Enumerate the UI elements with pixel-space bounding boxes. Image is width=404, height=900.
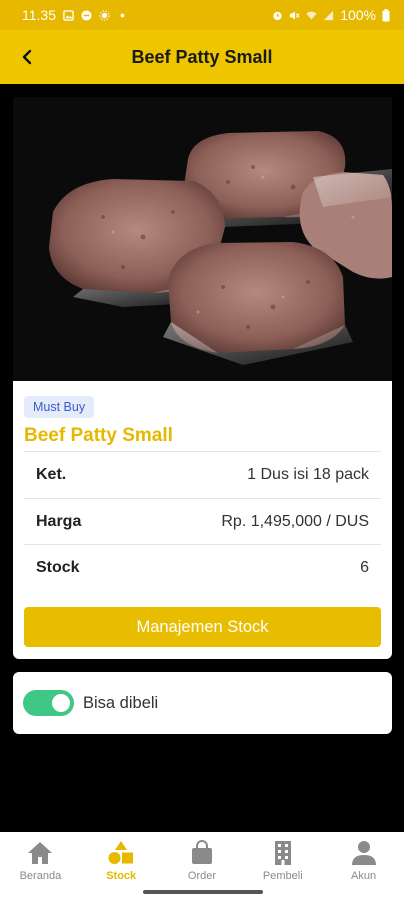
detail-row-harga: Harga Rp. 1,495,000 / DUS <box>24 498 381 544</box>
person-icon <box>350 839 378 867</box>
availability-label: Bisa dibeli <box>83 693 159 712</box>
wifi-icon <box>306 11 317 20</box>
page-title: Beef Patty Small <box>131 46 273 67</box>
detail-value: 1 Dus isi 18 pack <box>247 465 369 483</box>
arrow-left-icon <box>22 49 32 65</box>
availability-card: Bisa dibeli <box>13 672 392 734</box>
shapes-icon <box>107 839 135 867</box>
image-notification-icon <box>63 9 74 21</box>
nav-label: Pembeli <box>262 870 303 882</box>
must-buy-badge: Must Buy <box>24 396 95 418</box>
nav-label: Stock <box>106 870 137 882</box>
manage-stock-button[interactable]: Manajemen Stock <box>24 607 381 647</box>
availability-toggle[interactable] <box>23 690 74 716</box>
alarm-icon <box>273 11 282 20</box>
back-button[interactable] <box>12 42 42 72</box>
dot-notification-icon <box>120 13 125 17</box>
product-info-card: Must Buy Beef Patty Small Ket. 1 Dus isi… <box>13 381 392 659</box>
beef-patty-photo <box>13 97 392 381</box>
toggle-knob <box>52 694 70 712</box>
bag-icon <box>188 839 216 867</box>
signal-icon <box>324 10 334 20</box>
status-time: 11.35 <box>22 7 56 23</box>
battery-icon <box>382 8 390 21</box>
nav-label: Beranda <box>19 870 62 882</box>
nav-label: Order <box>187 870 217 882</box>
app-bar: Beef Patty Small <box>0 30 404 84</box>
battery-percent: 100% <box>340 7 376 23</box>
detail-row-ket: Ket. 1 Dus isi 18 pack <box>24 451 381 497</box>
home-icon <box>26 839 54 867</box>
product-name: Beef Patty Small <box>24 425 173 446</box>
detail-value: Rp. 1,495,000 / DUS <box>221 512 369 530</box>
nav-item-akun[interactable]: Akun <box>323 832 404 900</box>
sync-notification-icon <box>99 9 110 21</box>
status-right: 100% <box>272 7 390 23</box>
detail-label: Ket. <box>36 465 67 483</box>
status-left: 11.35 <box>22 7 128 23</box>
nav-label: Akun <box>351 870 377 882</box>
mute-icon <box>290 10 300 20</box>
building-icon <box>269 839 297 867</box>
home-indicator[interactable] <box>143 890 263 894</box>
product-image <box>13 97 392 381</box>
status-bar: 11.35 100% <box>0 0 404 30</box>
detail-label: Harga <box>36 512 82 530</box>
detail-label: Stock <box>36 558 80 576</box>
dnd-notification-icon <box>81 9 92 21</box>
detail-value: 6 <box>360 558 369 576</box>
nav-item-beranda[interactable]: Beranda <box>0 832 81 900</box>
detail-row-stock: Stock 6 <box>24 544 381 590</box>
